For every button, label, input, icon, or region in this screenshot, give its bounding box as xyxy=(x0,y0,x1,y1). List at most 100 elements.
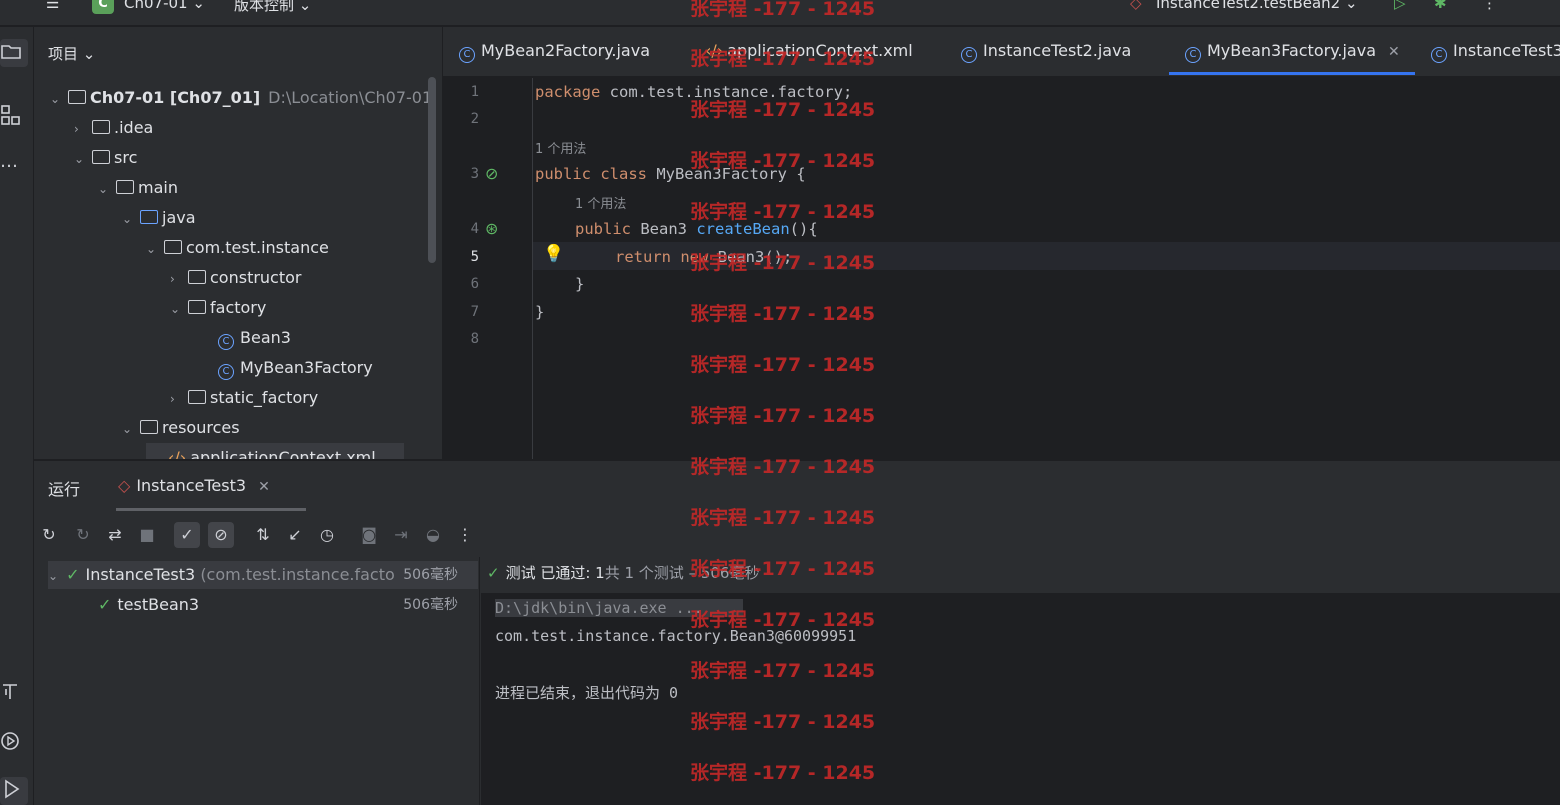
line-number: 3 xyxy=(470,166,479,182)
chevron-right-icon[interactable]: › xyxy=(170,264,188,294)
coverage-icon[interactable]: ◒ xyxy=(420,522,446,548)
import-icon[interactable]: ⇥ xyxy=(388,522,414,548)
tree-item-static-factory[interactable]: › static_factory xyxy=(170,383,318,413)
line-number: 7 xyxy=(470,304,479,320)
more-icon[interactable]: ⋮ xyxy=(1482,0,1497,12)
tree-item-bean3[interactable]: C Bean3 xyxy=(218,323,291,353)
services-tool-icon[interactable] xyxy=(0,679,24,703)
tool-window-strip: … xyxy=(0,27,34,805)
line-number: 8 xyxy=(470,331,479,347)
tree-item-main[interactable]: ⌄ main xyxy=(98,173,178,203)
usage-hint[interactable]: 1 个用法 xyxy=(535,138,586,157)
run-tab-instancetest3[interactable]: ◇ InstanceTest3 ✕ xyxy=(118,476,270,495)
editor-tab-bar: C MyBean2Factory.java ‹/› applicationConte… xyxy=(443,27,1560,77)
bean-method-gutter-icon[interactable]: ⊛ xyxy=(485,219,498,238)
screenshot-icon[interactable]: ◙ xyxy=(356,522,382,548)
tree-item-idea[interactable]: › .idea xyxy=(74,113,153,143)
project-scrollbar[interactable] xyxy=(428,77,436,263)
main-menu-icon[interactable]: ☰ xyxy=(46,0,59,12)
run-config-selector[interactable]: InstanceTest2.testBean2 ⌄ xyxy=(1156,0,1358,12)
module-icon xyxy=(68,90,86,104)
code-editor[interactable]: 1 2 3 4 5 6 7 8 ⊘ ⊛ 💡 package com.test.i… xyxy=(443,78,1560,459)
code-line-6: } xyxy=(575,275,585,293)
project-panel: 项目 ⌄ ⌄ Ch07-01 [Ch07_01] D:\Location\Ch07-… xyxy=(34,27,442,459)
code-line-1: package com.test.instance.factory; xyxy=(535,83,853,101)
run-icon[interactable]: ▷ xyxy=(1394,0,1406,12)
folder-icon xyxy=(92,120,110,134)
more-tools-icon[interactable]: … xyxy=(0,153,24,177)
chevron-down-icon[interactable]: ⌄ xyxy=(48,569,58,583)
show-ignored-icon[interactable]: ⊘ xyxy=(208,522,234,548)
chevron-right-icon[interactable]: › xyxy=(74,114,92,144)
chevron-down-icon[interactable]: ⌄ xyxy=(122,414,140,444)
code-line-7: } xyxy=(535,303,545,321)
gutter-separator xyxy=(532,78,533,459)
tab-instancetest3[interactable]: C InstanceTest3 xyxy=(1431,41,1560,63)
usage-hint[interactable]: 1 个用法 xyxy=(575,193,626,212)
tree-item-resources[interactable]: ⌄ resources xyxy=(122,413,240,443)
tree-item-java[interactable]: ⌄ java xyxy=(122,203,196,233)
resources-folder-icon xyxy=(140,420,158,434)
rerun-icon[interactable]: ↻ xyxy=(36,522,62,548)
package-icon xyxy=(188,390,206,404)
test-results-tree: ⌄ ✓ InstanceTest3 (com.test.instance.facto… xyxy=(34,557,480,805)
tree-item-src[interactable]: ⌄ src xyxy=(74,143,137,173)
sort-icon[interactable]: ⇅ xyxy=(250,522,276,548)
run-panel: 运行 ◇ InstanceTest3 ✕ ↻ ↻ ⇄ ■ ✓ ⊘ ⇅ ↙ ◷ ◙ ⇥… xyxy=(34,460,1560,805)
tab-applicationcontext[interactable]: ‹/› applicationContext.xml xyxy=(705,41,913,60)
console-output[interactable]: ✓ 测试 已通过: 1共 1 个测试 – 506毫秒 D:\jdk\bin\jav… xyxy=(481,557,1560,805)
run-panel-title: 运行 xyxy=(48,480,81,499)
structure-tool-icon[interactable] xyxy=(0,103,24,127)
tree-item-appcontext[interactable]: ‹/› applicationContext.xml xyxy=(146,443,404,459)
package-icon xyxy=(188,300,206,314)
xml-file-icon: ‹/› xyxy=(705,41,724,60)
show-passed-icon[interactable]: ✓ xyxy=(174,522,200,548)
chevron-down-icon[interactable]: ⌄ xyxy=(50,84,68,114)
lightbulb-icon[interactable]: 💡 xyxy=(543,244,564,264)
console-command-line[interactable]: D:\jdk\bin\java.exe ... xyxy=(495,599,743,617)
chevron-down-icon[interactable]: ⌄ xyxy=(170,294,188,324)
run-services-icon[interactable] xyxy=(0,729,24,753)
class-icon: C xyxy=(1431,47,1447,63)
active-tab-indicator xyxy=(1169,72,1415,75)
tab-mybean3factory[interactable]: C MyBean3Factory.java ✕ xyxy=(1185,41,1400,63)
check-icon: ✓ xyxy=(66,565,80,584)
debug-icon[interactable]: ✱ xyxy=(1434,0,1447,12)
class-icon: C xyxy=(218,334,234,350)
folder-icon xyxy=(116,180,134,194)
vcs-menu[interactable]: 版本控制 ⌄ xyxy=(234,0,311,15)
chevron-down-icon[interactable]: ⌄ xyxy=(146,234,164,264)
tree-item-constructor[interactable]: › constructor xyxy=(170,263,302,293)
project-badge: C xyxy=(92,0,114,14)
chevron-down-icon[interactable]: ⌄ xyxy=(74,144,92,174)
tree-item-package[interactable]: ⌄ com.test.instance xyxy=(146,233,329,263)
project-switcher[interactable]: Ch07-01 ⌄ xyxy=(124,0,205,12)
chevron-down-icon[interactable]: ⌄ xyxy=(98,174,116,204)
test-row-class[interactable]: ⌄ ✓ InstanceTest3 (com.test.instance.facto… xyxy=(48,561,478,589)
close-icon[interactable]: ✕ xyxy=(1388,44,1400,60)
bean-gutter-icon[interactable]: ⊘ xyxy=(485,164,498,183)
stop-icon[interactable]: ■ xyxy=(134,522,160,548)
tab-mybean2factory[interactable]: C MyBean2Factory.java xyxy=(459,41,650,63)
class-icon: C xyxy=(1185,47,1201,63)
project-panel-header[interactable]: 项目 ⌄ xyxy=(48,43,95,64)
console-line: 进程已结束，退出代码为 0 xyxy=(495,684,679,702)
close-icon[interactable]: ✕ xyxy=(258,479,270,495)
xml-file-icon: ‹/› xyxy=(168,448,187,459)
line-number: 6 xyxy=(470,276,479,292)
project-tool-icon[interactable] xyxy=(0,39,28,67)
chevron-down-icon[interactable]: ⌄ xyxy=(122,204,140,234)
history-icon[interactable]: ◷ xyxy=(314,522,340,548)
collapse-icon[interactable]: ↙ xyxy=(282,522,308,548)
tab-instancetest2[interactable]: C InstanceTest2.java xyxy=(961,41,1131,63)
test-row-method[interactable]: ✓ testBean3 506毫秒 xyxy=(98,591,478,619)
tree-item-factory[interactable]: ⌄ factory xyxy=(170,293,266,323)
tree-item-root[interactable]: ⌄ Ch07-01 [Ch07_01] D:\Location\Ch07-01 xyxy=(50,83,432,113)
toggle-auto-test-icon[interactable]: ⇄ xyxy=(102,522,128,548)
more-icon[interactable]: ⋮ xyxy=(452,522,478,548)
rerun-failed-icon[interactable]: ↻ xyxy=(70,522,96,548)
run-tool-icon[interactable] xyxy=(0,777,28,805)
class-icon: C xyxy=(961,47,977,63)
chevron-right-icon[interactable]: › xyxy=(170,384,188,414)
tree-item-mybean3factory[interactable]: C MyBean3Factory xyxy=(218,353,373,383)
